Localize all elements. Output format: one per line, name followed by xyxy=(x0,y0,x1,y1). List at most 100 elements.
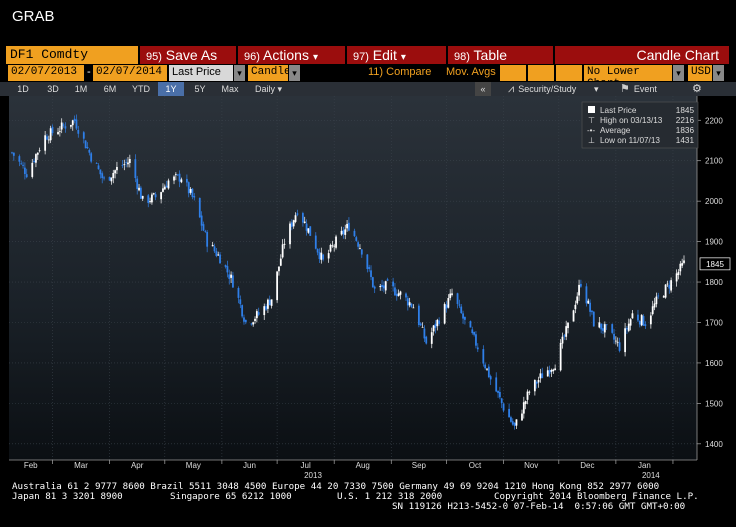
ticker-input[interactable]: DF1 Comdty xyxy=(6,46,138,64)
candle-body xyxy=(320,252,323,260)
candle-body xyxy=(64,126,67,129)
candle-body xyxy=(71,120,74,126)
mov-avg-field-2[interactable] xyxy=(528,65,554,81)
options-row: 02/07/2013 - 02/07/2014 Last Price ▾ Can… xyxy=(0,65,736,90)
candle-body xyxy=(449,293,452,299)
settings-gear-icon[interactable]: ⚙ xyxy=(692,82,702,96)
x-tick-label: May xyxy=(186,461,201,470)
candle-body xyxy=(84,140,87,149)
mov-avg-field-1[interactable] xyxy=(500,65,526,81)
x-tick-label: Nov xyxy=(524,461,538,470)
candle-body xyxy=(618,342,621,351)
candle-body xyxy=(640,314,643,326)
candle-body xyxy=(103,177,105,179)
range-3d[interactable]: 3D xyxy=(40,82,66,96)
mov-avgs-button[interactable]: Mov. Avgs xyxy=(446,66,496,78)
candle-body xyxy=(603,324,606,333)
candle-body xyxy=(108,176,111,181)
candle-body xyxy=(613,333,615,340)
candle-body xyxy=(655,296,658,305)
plot-background xyxy=(9,96,697,460)
candle-body xyxy=(498,392,501,398)
range-1y[interactable]: 1Y xyxy=(158,82,184,96)
candle-body xyxy=(187,182,190,194)
table-button[interactable]: 98) Table xyxy=(448,46,554,64)
collapse-button[interactable]: « xyxy=(475,82,491,96)
currency-select[interactable]: USD xyxy=(688,65,712,81)
candle-body xyxy=(598,322,601,328)
high-marker-icon: ⊤ xyxy=(588,116,595,125)
actions-button[interactable]: 96) Actions xyxy=(238,46,346,64)
candle-body xyxy=(681,263,684,266)
candle-body xyxy=(368,267,371,269)
currency-dropdown-icon[interactable]: ▾ xyxy=(713,65,724,81)
candle-body xyxy=(447,298,450,308)
window-title-bar: GRAB xyxy=(0,0,736,40)
candle-body xyxy=(44,135,47,151)
candle-body xyxy=(438,320,441,324)
footer: Australia 61 2 9777 8600 Brazil 5511 304… xyxy=(0,480,736,527)
lower-chart-dropdown-icon[interactable]: ▾ xyxy=(673,65,684,81)
candle-body xyxy=(154,194,157,198)
candle-body xyxy=(399,291,402,295)
candle-body xyxy=(513,422,516,427)
range-6m[interactable]: 6M xyxy=(97,82,123,96)
candle-body xyxy=(495,377,498,392)
chart-area: 1400 1500 1600 1700 1800 1900 2000 2100 2200 Feb M… xyxy=(0,96,736,480)
candle-body xyxy=(373,286,376,289)
candle-body xyxy=(202,224,205,231)
save-as-button[interactable]: 95) Save As xyxy=(140,46,237,64)
candle-body xyxy=(524,401,527,404)
candle-body xyxy=(395,293,398,297)
candle-body xyxy=(112,172,115,179)
candle-body xyxy=(329,244,332,252)
candle-body xyxy=(97,165,100,170)
candle-body xyxy=(381,284,383,287)
style-select[interactable]: Candle xyxy=(248,65,291,81)
y-tick-label: 1400 xyxy=(705,440,723,449)
end-date-field[interactable]: 02/07/2014 xyxy=(93,65,167,81)
legend-average-label: Average xyxy=(600,126,631,135)
range-5y[interactable]: 5Y xyxy=(187,82,213,96)
candle-body xyxy=(134,159,137,179)
low-marker-icon: ⊥ xyxy=(588,136,595,145)
legend-high-label: High on 03/13/13 xyxy=(600,116,663,125)
edit-button[interactable]: 97) Edit xyxy=(347,46,447,64)
frequency-select[interactable]: Daily ▾ xyxy=(255,82,282,96)
candle-body xyxy=(289,223,291,245)
candle-body xyxy=(528,391,531,393)
style-dropdown-icon[interactable]: ▾ xyxy=(289,65,300,81)
security-study-dropdown-icon[interactable]: ▾ xyxy=(594,82,608,96)
candle-body xyxy=(152,193,155,195)
mov-avg-field-3[interactable] xyxy=(556,65,582,81)
range-ytd[interactable]: YTD xyxy=(127,82,155,96)
candle-body xyxy=(486,368,488,370)
legend-average-value: 1836 xyxy=(676,126,695,135)
candle-body xyxy=(128,158,131,163)
candle-body xyxy=(173,176,175,181)
security-study-button[interactable]: ⩘ Security/Study xyxy=(508,82,576,96)
candle-body xyxy=(301,213,304,223)
field-dropdown-icon[interactable]: ▾ xyxy=(234,65,245,81)
range-1d[interactable]: 1D xyxy=(10,82,36,96)
candle-body xyxy=(508,408,510,418)
candle-body xyxy=(265,306,267,310)
candle-body xyxy=(318,252,321,260)
last-price-tag-label: 1845 xyxy=(706,260,724,269)
event-button[interactable]: ⚑ Event xyxy=(620,82,657,96)
candle-body xyxy=(163,186,166,190)
lower-chart-select[interactable]: No Lower Chart xyxy=(584,65,672,90)
candle-body xyxy=(515,419,518,426)
candle-body xyxy=(38,150,41,152)
range-1m[interactable]: 1M xyxy=(68,82,94,96)
range-max[interactable]: Max xyxy=(216,82,244,96)
legend-last-price-label: Last Price xyxy=(600,106,637,115)
candle-body xyxy=(18,156,21,162)
compare-button[interactable]: 11) Compare xyxy=(368,66,431,78)
candle-body xyxy=(383,285,385,289)
start-date-field[interactable]: 02/07/2013 xyxy=(8,65,84,81)
candle-body xyxy=(307,228,310,233)
field-select[interactable]: Last Price xyxy=(169,65,233,81)
candle-body xyxy=(576,296,579,304)
candle-body xyxy=(526,391,529,400)
